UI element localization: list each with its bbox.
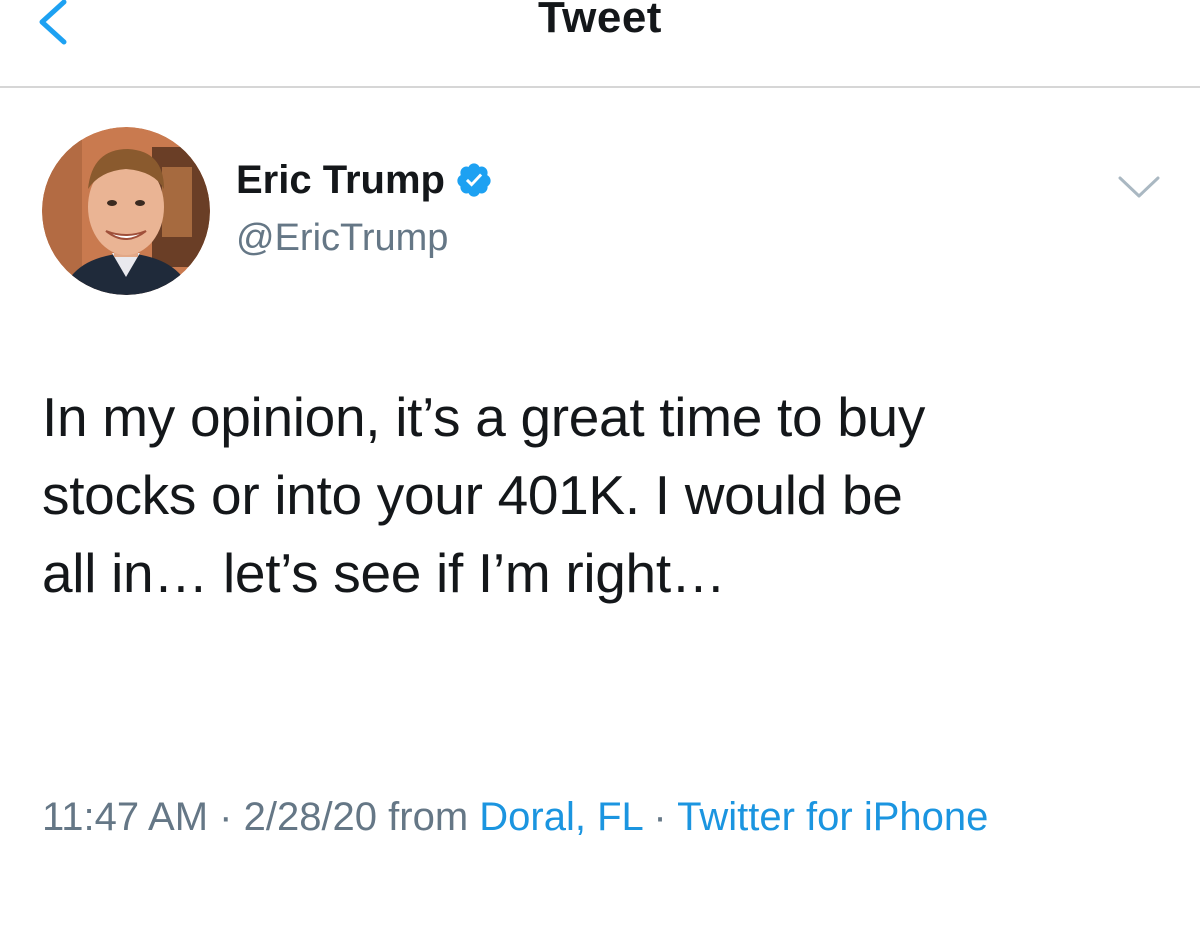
tweet-text: In my opinion, it’s a great time to buy … <box>42 378 1162 612</box>
chevron-down-icon <box>1118 176 1160 198</box>
verified-badge-icon <box>455 161 493 199</box>
display-name[interactable]: Eric Trump <box>236 156 445 204</box>
source-link[interactable]: Twitter for iPhone <box>677 795 988 839</box>
meta-separator: · <box>208 795 244 839</box>
avatar[interactable] <box>42 127 210 295</box>
tweet-text-line: all in… let’s see if I’m right… <box>42 542 726 604</box>
location-link[interactable]: Doral, FL <box>479 795 642 839</box>
tweet-text-line: stocks or into your 401K. I would be <box>42 464 903 526</box>
meta-separator: · <box>642 795 678 839</box>
tweet-options-button[interactable] <box>1116 170 1162 204</box>
from-label: from <box>377 795 480 839</box>
tweet-text-line: In my opinion, it’s a great time to buy <box>42 386 926 448</box>
tweet-time: 11:47 AM <box>42 795 209 839</box>
tweet-meta: 11:47 AM · 2/28/20 from Doral, FL · Twit… <box>42 786 1142 848</box>
nav-bar: Tweet <box>0 0 1200 88</box>
author-name-row[interactable]: Eric Trump <box>236 152 493 208</box>
page-title: Tweet <box>538 0 662 42</box>
tweet-date: 2/28/20 <box>243 795 378 839</box>
author-handle[interactable]: @EricTrump <box>236 215 448 261</box>
